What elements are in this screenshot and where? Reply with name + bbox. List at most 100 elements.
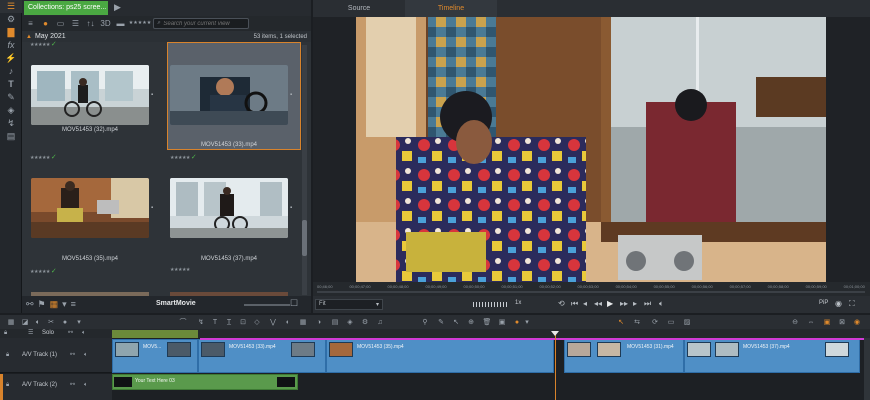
mute-icon[interactable]: 🔈︎ (33, 317, 43, 327)
library-scrollbar-thumb[interactable] (302, 220, 307, 256)
volume-icon[interactable]: 🔈︎ (84, 352, 88, 358)
collection-tab[interactable]: Collections: ps25 scree... (24, 1, 108, 15)
audio-mixer-icon[interactable]: ◉ (852, 317, 862, 327)
record-voice-icon[interactable]: ● (512, 317, 522, 327)
zoom-out-icon[interactable]: ⊖ (790, 317, 800, 327)
lock-icon[interactable]: ⊠ (837, 317, 847, 327)
volume-icon[interactable]: 🔈︎ (84, 382, 88, 388)
navigation-toggle-icon[interactable]: ≡ (24, 17, 37, 30)
collapse-icon[interactable]: ▲ (26, 34, 32, 40)
film-icon[interactable]: ▤ (330, 317, 340, 327)
disc-icon[interactable]: ▤ (0, 130, 22, 143)
track-header[interactable]: 🔒︎ A/V Track (1) ⚯ 🔈︎ (0, 338, 112, 373)
motion-icon[interactable]: ↯ (196, 317, 206, 327)
storyboard-icon[interactable]: ▦ (50, 300, 59, 309)
record-icon[interactable]: ● (60, 317, 70, 327)
scrubber-track[interactable] (317, 291, 865, 293)
link-icon[interactable]: ⚯ (26, 300, 34, 309)
volume-icon[interactable]: 🔈︎ (659, 299, 664, 309)
play-icon[interactable]: ▶ (607, 299, 613, 308)
clip-thumbnail[interactable] (170, 178, 288, 238)
go-to-start-icon[interactable]: ⏮ (571, 299, 578, 309)
list-view-icon[interactable]: ☰ (69, 17, 82, 30)
effects-fx-icon[interactable]: fx (0, 39, 22, 52)
snap-icon[interactable]: ▣ (822, 317, 832, 327)
effect-icon[interactable]: ⚙ (360, 317, 370, 327)
pip-button[interactable]: PiP (819, 300, 828, 306)
keyframe-icon[interactable]: ◇ (252, 317, 262, 327)
rewind-icon[interactable]: ◂◂ (594, 299, 602, 308)
add-marker-icon[interactable]: ⊕ (466, 317, 476, 327)
search-box[interactable]: ⌕ (153, 18, 249, 29)
tab-source[interactable]: Source (313, 0, 405, 17)
timeline-clip[interactable]: MOV51453 (37).mp4 (684, 339, 860, 373)
rating-stars[interactable]: ★★★★★ ✓ (30, 267, 57, 275)
audio-icon[interactable]: ♫ (375, 317, 385, 327)
fullscreen-icon[interactable]: ⛶ (849, 299, 855, 309)
title-text-icon[interactable]: T (0, 78, 22, 91)
tab-timeline[interactable]: Timeline (405, 0, 497, 17)
pen-icon[interactable]: ✎ (436, 317, 446, 327)
camera-icon[interactable]: ▣ (497, 317, 507, 327)
flag-icon[interactable]: ⚑ (38, 300, 46, 309)
color-icon[interactable]: ◐ (283, 317, 293, 327)
title-clip[interactable]: Your Text Here 03 (112, 374, 298, 390)
tint-icon[interactable]: ◑ (314, 317, 324, 327)
timeline-clip[interactable]: MOV5... (112, 339, 198, 373)
track-settings-icon[interactable]: ▦ (6, 317, 16, 327)
volume-icon[interactable]: 🔈︎ (82, 330, 86, 336)
smart-tool-icon[interactable]: ◪ (20, 317, 30, 327)
clip-thumbnail[interactable] (31, 178, 149, 238)
settings-gear-icon[interactable]: ⚙ (0, 13, 22, 26)
paint-brush-icon[interactable]: ✎ (0, 91, 22, 104)
zoom-slider[interactable] (244, 304, 290, 306)
rating-stars[interactable]: ★★★★★ ✓ (30, 40, 57, 48)
playhead[interactable] (555, 333, 556, 400)
solo-label[interactable]: Solo (42, 330, 54, 336)
rating-stars[interactable]: ★★★★★ (170, 267, 190, 273)
add-tab-icon[interactable]: ▶ (114, 3, 121, 12)
magnet-icon[interactable]: ⌒ (178, 317, 188, 327)
speed-value[interactable]: 1x (515, 300, 521, 306)
video-preview[interactable] (356, 17, 826, 282)
dropdown-icon[interactable]: ▾ (74, 317, 84, 327)
cursor-icon[interactable]: ↖ (451, 317, 461, 327)
folder-view-icon[interactable]: ▭ (54, 17, 67, 30)
fit-dropdown[interactable]: Fit ▾ (315, 299, 383, 310)
layers-icon[interactable]: ◈ (0, 104, 22, 117)
loop-icon[interactable]: ⟲ (558, 299, 565, 308)
marker-icon[interactable]: ⚲ (420, 317, 430, 327)
clip-thumbnail-selected[interactable] (170, 65, 288, 125)
sort-icon[interactable]: ↑↓ (84, 17, 97, 30)
menu-icon[interactable]: ☰ (0, 0, 22, 13)
checkbox-icon[interactable]: ☐ (290, 299, 298, 308)
link-icon[interactable]: ⚯ (70, 382, 75, 388)
title-text-icon[interactable]: T (210, 317, 220, 327)
import-icon[interactable]: ● (39, 17, 52, 30)
lock-icon[interactable]: 🔒︎ (6, 352, 9, 358)
rating-stars[interactable]: ★★★★★ ✓ (170, 153, 197, 161)
transition-icon[interactable]: ⚡ (0, 52, 22, 65)
split-icon[interactable]: ⋁ (268, 317, 278, 327)
dropdown-icon[interactable]: ▾ (62, 300, 67, 309)
music-note-icon[interactable]: ♪ (0, 65, 22, 78)
scissors-icon[interactable]: ✂ (46, 317, 56, 327)
rating-stars[interactable]: ★★★★★ ✓ (30, 153, 57, 161)
selected-range[interactable] (112, 330, 198, 338)
lock-icon[interactable]: 🔒︎ (4, 330, 7, 336)
smartmovie-button[interactable]: SmartMovie (156, 300, 196, 307)
search-input[interactable] (163, 20, 244, 27)
pointer-tool-icon[interactable]: ↖ (616, 317, 626, 327)
step-back-icon[interactable]: ◂ (583, 299, 587, 308)
grid-icon[interactable]: ▦ (298, 317, 308, 327)
go-to-end-icon[interactable]: ⏭ (644, 299, 651, 309)
sync-icon[interactable]: ⟳ (650, 317, 660, 327)
more-menu-icon[interactable]: ≡ (71, 300, 76, 309)
caption-icon[interactable]: ▬ (114, 17, 127, 30)
rating-filter-icon[interactable]: ★★★★★ (129, 17, 151, 30)
snapshot-icon[interactable]: ◉ (835, 299, 842, 308)
delete-icon[interactable]: 🗑︎ (482, 317, 492, 327)
3d-filter[interactable]: 3D (99, 17, 112, 30)
dropdown-icon[interactable]: ▾ (522, 317, 532, 327)
library-scrollbar[interactable] (302, 45, 307, 295)
